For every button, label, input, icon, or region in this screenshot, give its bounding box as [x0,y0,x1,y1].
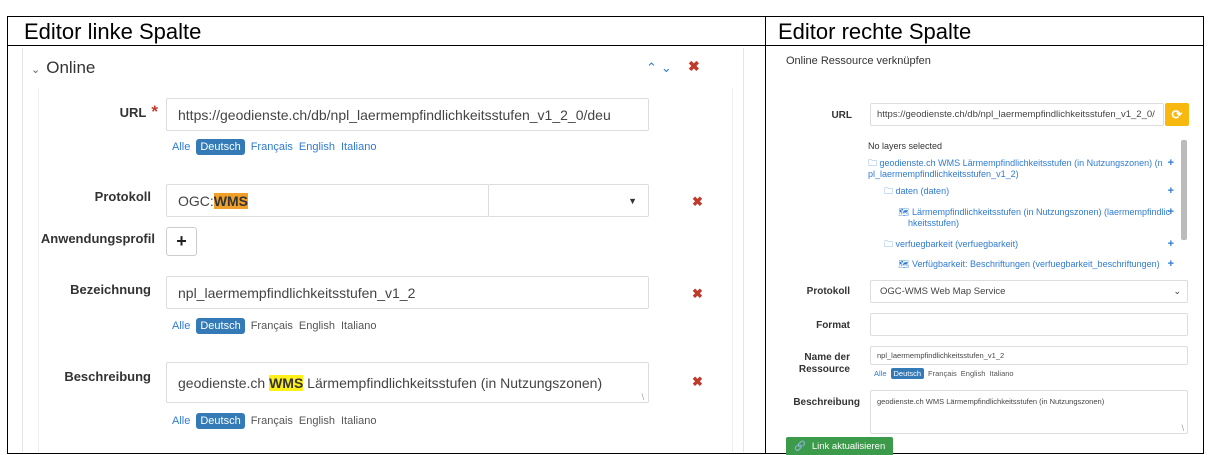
remove-protokoll-icon[interactable]: ✖ [692,194,703,210]
lang-francais[interactable]: Français [251,320,293,332]
caret-down-icon: ▼ [628,195,637,206]
right-name-label: Name der Ressource [798,352,850,375]
folder-open-icon: 🗀 [868,158,878,168]
protokoll-select[interactable]: ▼ [488,184,649,217]
move-controls: ⌃⌄ [646,60,676,76]
link-icon: 🔗 [794,441,806,452]
right-column-title: Editor rechte Spalte [778,19,972,44]
dialog-title: Online Ressource verknüpfen [786,55,931,67]
layer-tree-scrollbar[interactable] [1181,140,1187,240]
remove-section-icon[interactable]: ✖ [688,58,700,75]
resize-handle-icon[interactable]: ∖ [1180,424,1185,433]
url-label: URL * [119,102,158,121]
right-beschreibung-label: Beschreibung [793,397,860,408]
beschreibung-language-switch: Alle Deutsch Français English Italiano [172,413,376,429]
update-link-button[interactable]: 🔗 Link aktualisieren [786,437,893,455]
lang-deutsch[interactable]: Deutsch [196,413,245,429]
layer-item[interactable]: 🗺 Lärmempfindlichkeitsstufen (in Nutzung… [898,207,1170,218]
required-mark: * [151,102,158,121]
right-format-label: Format [816,320,850,331]
lang-deutsch[interactable]: Deutsch [890,368,925,379]
lang-francais[interactable]: Français [251,141,293,153]
right-beschreibung-textarea[interactable]: geodienste.ch WMS Lärmempfindlichkeitsst… [870,390,1188,434]
add-layer-icon[interactable]: + [1168,238,1174,250]
add-layer-icon[interactable]: + [1168,206,1174,218]
layer-item[interactable]: 🗀 daten (daten) [884,186,949,197]
lang-english[interactable]: English [299,415,335,427]
chevron-up-icon[interactable]: ⌃ [646,60,661,75]
lang-all[interactable]: Alle [172,320,190,332]
beschreibung-textarea[interactable]: geodienste.ch WMS Lärmempfindlichkeitsst… [166,362,649,403]
anwendungsprofil-label: Anwendungsprofil [40,231,155,246]
protokoll-label: Protokoll [94,189,151,204]
lang-italiano[interactable]: Italiano [341,320,376,332]
lang-deutsch[interactable]: Deutsch [196,318,245,334]
right-protokoll-select[interactable]: OGC-WMS Web Map Service ⌄ [870,280,1188,303]
folder-open-icon: 🗀 [884,186,894,196]
map-icon: 🗺 [898,259,910,269]
map-icon: 🗺 [898,207,910,217]
chevron-down-icon: ⌄ [31,64,41,76]
add-anwendungsprofil-button[interactable]: + [166,227,197,256]
resize-handle-icon[interactable]: ∖ [640,393,645,402]
left-column-title: Editor linke Spalte [24,19,202,44]
layer-tree: No layers selected 🗀 geodienste.ch WMS L… [868,138,1180,274]
folder-open-icon: 🗀 [884,239,894,249]
lang-all[interactable]: Alle [874,369,887,378]
right-protokoll-label: Protokoll [806,286,850,297]
layer-item[interactable]: 🗀 verfuegbarkeit (verfuegbarkeit) [884,239,1018,250]
add-layer-icon[interactable]: + [1168,185,1174,197]
column-divider [765,16,766,454]
section-title: Online [46,58,96,77]
right-name-language-switch: Alle Deutsch Français English Italiano [874,368,1014,379]
online-section-toggle[interactable]: ⌄ Online [31,58,95,78]
beschreibung-label: Beschreibung [64,369,151,384]
layer-item-continued: pl_laermempfindlichkeitsstufen_v1_2) [868,169,1019,179]
chevron-down-icon: ⌄ [1173,286,1181,296]
remove-beschreibung-icon[interactable]: ✖ [692,374,703,390]
lang-all[interactable]: Alle [172,415,190,427]
refresh-layers-button[interactable]: ⟳ [1165,103,1189,126]
add-layer-icon[interactable]: + [1168,157,1174,169]
search-highlight: WMS [269,374,304,391]
lang-italiano[interactable]: Italiano [341,415,376,427]
lang-italiano[interactable]: Italiano [989,369,1013,378]
right-format-input[interactable] [870,313,1188,336]
layer-item-continued: hkeitsstufen) [908,218,960,228]
protokoll-input[interactable]: OGC: WMS [166,184,489,217]
header-divider [7,45,1204,46]
bezeichnung-input[interactable]: npl_laermempfindlichkeitsstufen_v1_2 [166,276,649,309]
layer-item[interactable]: 🗺 Verfügbarkeit: Beschriftungen (verfueg… [898,259,1160,270]
add-layer-icon[interactable]: + [1168,258,1174,270]
lang-francais[interactable]: Français [251,415,293,427]
lang-francais[interactable]: Français [928,369,957,378]
right-url-label: URL [831,110,852,121]
refresh-icon: ⟳ [1171,106,1183,122]
chevron-down-icon[interactable]: ⌄ [661,60,676,75]
lang-deutsch[interactable]: Deutsch [196,139,245,155]
url-language-switch: Alle Deutsch Français English Italiano [172,139,376,155]
lang-italiano[interactable]: Italiano [341,141,376,153]
bezeichnung-label: Bezeichnung [70,282,151,297]
lang-english[interactable]: English [961,369,986,378]
lang-english[interactable]: English [299,320,335,332]
no-layers-text: No layers selected [868,141,943,151]
bezeichnung-language-switch: Alle Deutsch Français English Italiano [172,318,376,334]
search-highlight: WMS [213,192,248,209]
lang-english[interactable]: English [299,141,335,153]
url-input[interactable]: https://geodienste.ch/db/npl_laermempfin… [166,98,649,131]
lang-all[interactable]: Alle [172,141,190,153]
remove-bezeichnung-icon[interactable]: ✖ [692,286,703,302]
right-url-input[interactable]: https://geodienste.ch/db/npl_laermempfin… [870,103,1164,126]
layer-item[interactable]: 🗀 geodienste.ch WMS Lärmempfindlichkeits… [868,158,1163,169]
right-name-input[interactable]: npl_laermempfindlichkeitsstufen_v1_2 [870,346,1188,365]
